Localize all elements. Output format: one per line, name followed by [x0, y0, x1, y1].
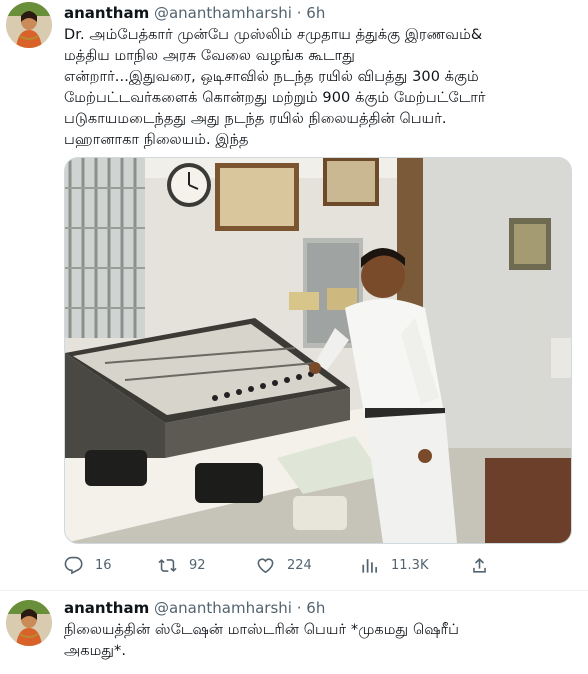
tweet-text: Dr. அம்பேத்கார் முன்பே முஸ்லிம் சமுதாய த…	[64, 27, 486, 148]
share-icon	[473, 557, 486, 573]
reply-button[interactable]: 16	[64, 552, 112, 578]
retweet-icon	[158, 558, 177, 572]
retweet-button[interactable]: 92	[158, 552, 206, 578]
like-count: 224	[287, 557, 312, 573]
avatar-image	[6, 2, 52, 48]
tweet-header: anantham @ananthamharshi · 6h	[64, 4, 325, 22]
tweet-time[interactable]: 6h	[306, 599, 325, 617]
tweet-text: நிலையத்தின் ஸ்டேஷன் மாஸ்டரின் பெயர் *முக…	[64, 622, 460, 659]
tweet-1[interactable]: anantham @ananthamharshi · 6h Dr. அம்பேத…	[0, 0, 588, 590]
tweet-2[interactable]: anantham @ananthamharshi · 6h நிலையத்தின…	[0, 591, 588, 674]
author-name[interactable]: anantham	[64, 4, 149, 22]
reply-count: 16	[95, 557, 112, 573]
retweet-count: 92	[189, 557, 206, 573]
avatar[interactable]	[6, 600, 52, 646]
views-button[interactable]: 11.3K	[360, 552, 428, 578]
separator-dot: ·	[296, 4, 302, 22]
author-name[interactable]: anantham	[64, 599, 149, 617]
share-button[interactable]	[470, 552, 501, 578]
author-handle[interactable]: @ananthamharshi	[154, 4, 292, 22]
station-master-photo	[65, 158, 571, 543]
tweet-photo[interactable]	[64, 157, 572, 544]
heart-icon	[257, 557, 274, 573]
avatar-image	[6, 600, 52, 646]
reply-icon	[64, 556, 83, 574]
tweet-time[interactable]: 6h	[306, 4, 325, 22]
separator-dot: ·	[296, 599, 302, 617]
views-icon	[362, 558, 378, 573]
tweet-actions: 16 92 224 11.3K	[64, 552, 504, 578]
author-handle[interactable]: @ananthamharshi	[154, 599, 292, 617]
avatar[interactable]	[6, 2, 52, 48]
like-button[interactable]: 224	[256, 552, 312, 578]
views-count: 11.3K	[391, 557, 429, 573]
tweet-header: anantham @ananthamharshi · 6h	[64, 599, 325, 617]
